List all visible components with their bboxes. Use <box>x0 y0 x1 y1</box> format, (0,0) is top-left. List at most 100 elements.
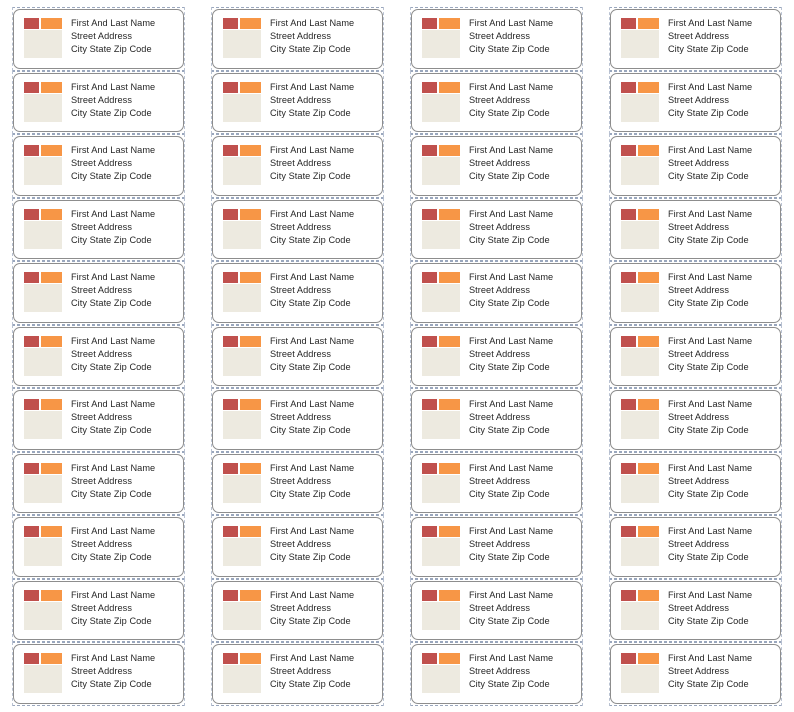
label-cell[interactable]: First And Last Name Street Address City St… <box>211 197 384 261</box>
address-block[interactable]: First And Last Name Street Address City St… <box>469 142 575 184</box>
address-block[interactable]: First And Last Name Street Address City St… <box>71 79 177 121</box>
address-block[interactable]: First And Last Name Street Address City St… <box>270 269 376 311</box>
mailing-label[interactable]: First And Last Name Street Address City St… <box>212 390 383 450</box>
label-logo-graphic[interactable] <box>621 589 659 630</box>
label-cell[interactable]: First And Last Name Street Address City St… <box>12 451 185 515</box>
label-logo-graphic[interactable] <box>223 653 261 693</box>
label-logo-graphic[interactable] <box>24 18 62 58</box>
mailing-label[interactable]: First And Last Name Street Address City St… <box>610 326 781 386</box>
label-logo-graphic[interactable] <box>223 335 261 376</box>
address-block[interactable]: First And Last Name Street Address City St… <box>668 523 774 565</box>
address-block[interactable]: First And Last Name Street Address City St… <box>270 142 376 184</box>
label-cell[interactable]: First And Last Name Street Address City St… <box>609 578 782 642</box>
address-block[interactable]: First And Last Name Street Address City St… <box>469 269 575 311</box>
label-logo-graphic[interactable] <box>24 526 62 566</box>
label-logo-graphic[interactable] <box>223 208 261 249</box>
mailing-label[interactable]: First And Last Name Street Address City St… <box>212 72 383 132</box>
label-logo-graphic[interactable] <box>422 589 460 630</box>
label-logo-graphic[interactable] <box>223 81 261 122</box>
mailing-label[interactable]: First And Last Name Street Address City St… <box>411 9 582 69</box>
mailing-label[interactable]: First And Last Name Street Address City St… <box>212 517 383 577</box>
label-cell[interactable]: First And Last Name Street Address City St… <box>12 578 185 642</box>
label-logo-graphic[interactable] <box>24 589 62 630</box>
address-block[interactable]: First And Last Name Street Address City St… <box>270 79 376 121</box>
label-logo-graphic[interactable] <box>422 462 460 503</box>
mailing-label[interactable]: First And Last Name Street Address City St… <box>610 199 781 259</box>
mailing-label[interactable]: First And Last Name Street Address City St… <box>212 580 383 640</box>
label-logo-graphic[interactable] <box>621 653 659 693</box>
label-logo-graphic[interactable] <box>223 399 261 439</box>
label-cell[interactable]: First And Last Name Street Address City St… <box>609 324 782 388</box>
mailing-label[interactable]: First And Last Name Street Address City St… <box>13 9 184 69</box>
label-cell[interactable]: First And Last Name Street Address City St… <box>609 261 782 325</box>
label-cell[interactable]: First And Last Name Street Address City St… <box>410 515 583 579</box>
mailing-label[interactable]: First And Last Name Street Address City St… <box>13 199 184 259</box>
label-logo-graphic[interactable] <box>621 526 659 566</box>
label-cell[interactable]: First And Last Name Street Address City St… <box>609 451 782 515</box>
mailing-label[interactable]: First And Last Name Street Address City St… <box>411 326 582 386</box>
label-cell[interactable]: First And Last Name Street Address City St… <box>410 7 583 71</box>
label-cell[interactable]: First And Last Name Street Address City St… <box>12 324 185 388</box>
address-block[interactable]: First And Last Name Street Address City St… <box>668 79 774 121</box>
mailing-label[interactable]: First And Last Name Street Address City St… <box>610 72 781 132</box>
label-cell[interactable]: First And Last Name Street Address City St… <box>211 70 384 134</box>
label-logo-graphic[interactable] <box>621 81 659 122</box>
label-cell[interactable]: First And Last Name Street Address City St… <box>211 515 384 579</box>
label-logo-graphic[interactable] <box>422 526 460 566</box>
label-logo-graphic[interactable] <box>422 208 460 249</box>
address-block[interactable]: First And Last Name Street Address City St… <box>469 650 575 692</box>
mailing-label[interactable]: First And Last Name Street Address City St… <box>411 517 582 577</box>
label-cell[interactable]: First And Last Name Street Address City St… <box>609 7 782 71</box>
label-cell[interactable]: First And Last Name Street Address City St… <box>12 261 185 325</box>
label-cell[interactable]: First And Last Name Street Address City St… <box>211 134 384 198</box>
address-block[interactable]: First And Last Name Street Address City St… <box>270 650 376 692</box>
address-block[interactable]: First And Last Name Street Address City St… <box>668 142 774 184</box>
mailing-label[interactable]: First And Last Name Street Address City St… <box>13 136 184 196</box>
mailing-label[interactable]: First And Last Name Street Address City St… <box>610 453 781 513</box>
mailing-label[interactable]: First And Last Name Street Address City St… <box>610 517 781 577</box>
mailing-label[interactable]: First And Last Name Street Address City St… <box>411 580 582 640</box>
label-logo-graphic[interactable] <box>223 272 261 312</box>
label-logo-graphic[interactable] <box>621 18 659 58</box>
label-cell[interactable]: First And Last Name Street Address City St… <box>609 197 782 261</box>
label-logo-graphic[interactable] <box>621 399 659 439</box>
label-logo-graphic[interactable] <box>24 399 62 439</box>
label-cell[interactable]: First And Last Name Street Address City St… <box>12 70 185 134</box>
label-logo-graphic[interactable] <box>422 145 460 185</box>
mailing-label[interactable]: First And Last Name Street Address City St… <box>212 9 383 69</box>
address-block[interactable]: First And Last Name Street Address City St… <box>270 460 376 502</box>
label-cell[interactable]: First And Last Name Street Address City St… <box>410 578 583 642</box>
address-block[interactable]: First And Last Name Street Address City St… <box>71 523 177 565</box>
label-cell[interactable]: First And Last Name Street Address City St… <box>211 7 384 71</box>
address-block[interactable]: First And Last Name Street Address City St… <box>71 460 177 502</box>
label-logo-graphic[interactable] <box>422 399 460 439</box>
label-cell[interactable]: First And Last Name Street Address City St… <box>12 388 185 452</box>
mailing-label[interactable]: First And Last Name Street Address City St… <box>610 9 781 69</box>
label-cell[interactable]: First And Last Name Street Address City St… <box>609 388 782 452</box>
label-cell[interactable]: First And Last Name Street Address City St… <box>211 324 384 388</box>
mailing-label[interactable]: First And Last Name Street Address City St… <box>411 199 582 259</box>
address-block[interactable]: First And Last Name Street Address City St… <box>469 587 575 629</box>
label-cell[interactable]: First And Last Name Street Address City St… <box>410 451 583 515</box>
address-block[interactable]: First And Last Name Street Address City St… <box>668 333 774 375</box>
mailing-label[interactable]: First And Last Name Street Address City St… <box>212 136 383 196</box>
label-logo-graphic[interactable] <box>24 208 62 249</box>
address-block[interactable]: First And Last Name Street Address City St… <box>668 206 774 248</box>
label-logo-graphic[interactable] <box>24 272 62 312</box>
label-logo-graphic[interactable] <box>621 272 659 312</box>
address-block[interactable]: First And Last Name Street Address City St… <box>270 396 376 438</box>
label-cell[interactable]: First And Last Name Street Address City St… <box>211 578 384 642</box>
label-logo-graphic[interactable] <box>223 589 261 630</box>
mailing-label[interactable]: First And Last Name Street Address City St… <box>610 644 781 704</box>
address-block[interactable]: First And Last Name Street Address City St… <box>469 79 575 121</box>
label-cell[interactable]: First And Last Name Street Address City St… <box>12 515 185 579</box>
address-block[interactable]: First And Last Name Street Address City St… <box>71 333 177 375</box>
address-block[interactable]: First And Last Name Street Address City St… <box>270 333 376 375</box>
address-block[interactable]: First And Last Name Street Address City St… <box>668 587 774 629</box>
label-cell[interactable]: First And Last Name Street Address City St… <box>211 642 384 706</box>
label-logo-graphic[interactable] <box>422 335 460 376</box>
address-block[interactable]: First And Last Name Street Address City St… <box>469 396 575 438</box>
label-logo-graphic[interactable] <box>24 145 62 185</box>
label-logo-graphic[interactable] <box>621 335 659 376</box>
mailing-label[interactable]: First And Last Name Street Address City St… <box>411 644 582 704</box>
